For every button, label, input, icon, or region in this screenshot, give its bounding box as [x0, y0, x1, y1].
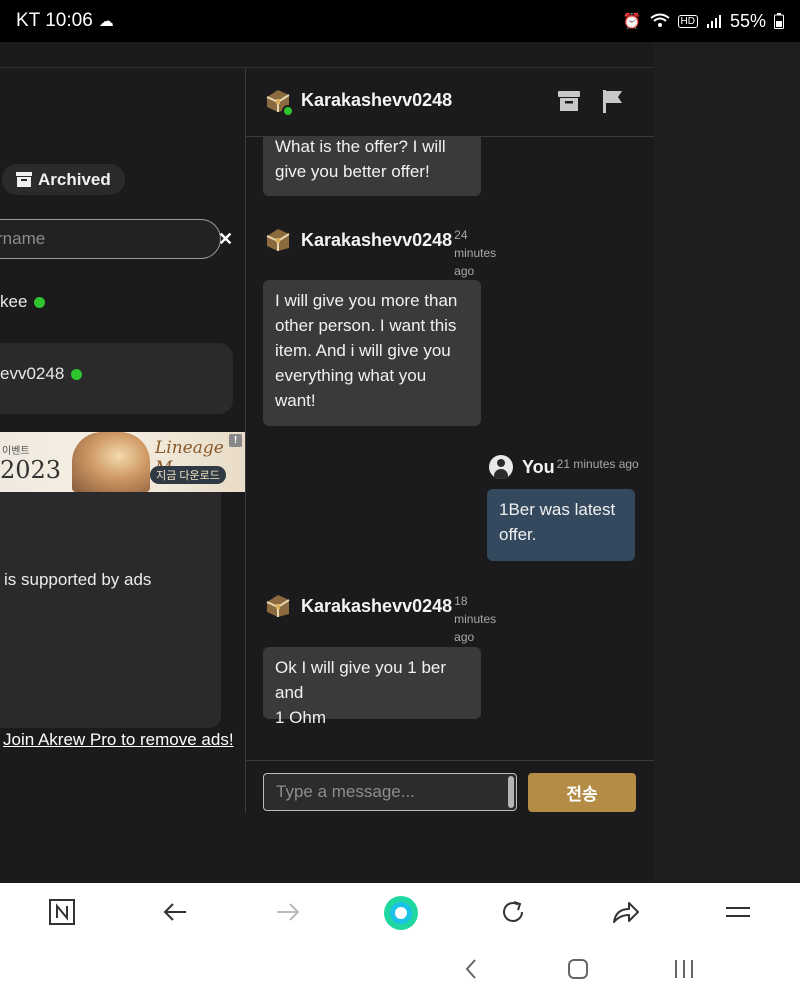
online-indicator [282, 105, 294, 117]
clear-search-icon[interactable]: ✕ [218, 229, 233, 250]
nav-home-icon[interactable] [567, 957, 589, 988]
message-line: item. And i will give you [275, 341, 451, 360]
message-line: What is the offer? I will [275, 137, 446, 156]
message-time: 18 minutes ago [454, 592, 496, 646]
message-line: 1Ber was latest [499, 500, 616, 519]
ad-notice: is supported by ads [4, 570, 152, 589]
wifi-icon [649, 13, 670, 27]
message-line: I will give you more than [275, 291, 458, 310]
chat-partner-name: Karakashevv0248 [301, 90, 453, 110]
message-header: Karakashevv0248 18 minutes ago [264, 592, 496, 646]
message-bubble: What is the offer? I will give you bette… [263, 137, 481, 196]
n-app-icon[interactable] [47, 897, 77, 927]
status-bar: KT 10:06 ☁ ⏰ HD 55% [0, 0, 800, 42]
ad-banner[interactable]: 이벤트 2023 Lineage M 지금 다운로드 ! [0, 432, 245, 492]
alarm-icon: ⏰ [622, 13, 642, 30]
chest-avatar-icon [266, 229, 290, 251]
archive-icon[interactable] [558, 90, 580, 112]
contact-name: evv0248 [0, 364, 65, 383]
send-button[interactable]: 전송 [528, 773, 636, 812]
message-time: 21 minutes ago [556, 457, 639, 471]
contact-item[interactable]: kee [0, 292, 46, 312]
archived-button[interactable]: Archived [2, 164, 125, 195]
ad-card [0, 492, 221, 728]
cloud-icon: ☁ [98, 13, 114, 30]
right-gutter [654, 42, 800, 883]
message-header: You 21 minutes ago [489, 455, 639, 479]
sender-name: You [522, 457, 555, 477]
message-line: Ok I will give you 1 ber and [275, 658, 447, 702]
time-line: minutes [454, 612, 497, 626]
message-time: 24 minutes ago [454, 226, 496, 280]
ad-character-image [72, 432, 150, 492]
input-scrollbar[interactable] [508, 776, 514, 808]
online-indicator [71, 368, 83, 380]
system-navigation-bar [0, 943, 800, 999]
time-line: ago [454, 264, 475, 278]
online-indicator [34, 296, 46, 308]
app-window: Archived ✕ kee evv0248 이벤트 2023 Lineage … [0, 42, 800, 883]
message-line: other person. I want this [275, 316, 457, 335]
flag-icon[interactable] [602, 89, 624, 113]
contact-item-label: evv0248 [0, 364, 83, 384]
signal-icon [706, 15, 721, 28]
user-avatar-icon [489, 455, 513, 479]
search-box: ✕ [0, 219, 233, 259]
join-pro-link[interactable]: Join Akrew Pro to remove ads! [3, 730, 234, 750]
message-line: 1 Ohm [275, 708, 327, 727]
browser-toolbar [0, 883, 800, 943]
sender-name: Karakashevv0248 [301, 230, 453, 250]
message-line: offer. [499, 525, 537, 544]
ad-info-icon[interactable]: ! [229, 434, 242, 447]
contact-name: kee [0, 292, 28, 311]
message-header: Karakashevv0248 24 minutes ago [264, 226, 496, 280]
chest-avatar-icon [266, 595, 290, 617]
hd-icon: HD [677, 14, 698, 28]
time-line: 24 [454, 228, 468, 242]
time-line: ago [454, 630, 475, 644]
home-ring-icon[interactable] [383, 895, 419, 931]
message-line: everything what you [275, 366, 427, 385]
archived-label: Archived [38, 169, 111, 189]
carrier-time: KT 10:06 [16, 10, 93, 31]
archive-icon [16, 172, 32, 187]
message-bubble: I will give you more than other person. … [263, 280, 481, 426]
message-bubble: Ok I will give you 1 ber and 1 Ohm [263, 647, 481, 727]
search-input[interactable] [0, 229, 218, 249]
sender-name: Karakashevv0248 [301, 596, 453, 616]
message-line: give you better offer! [275, 162, 430, 181]
reload-icon[interactable] [498, 897, 528, 927]
battery-level: 55% [729, 10, 766, 31]
message-composer: 전송 [246, 760, 654, 813]
forward-arrow-icon[interactable] [273, 897, 303, 927]
chat-header: Karakashevv0248 [246, 68, 654, 137]
time-line: minutes [454, 246, 497, 260]
message-input[interactable] [263, 773, 517, 811]
nav-back-icon[interactable] [463, 957, 479, 988]
battery-icon [774, 13, 784, 29]
ad-download-button[interactable]: 지금 다운로드 [150, 466, 226, 484]
conversation-list-panel: Archived ✕ kee evv0248 이벤트 2023 Lineage … [0, 68, 245, 883]
back-arrow-icon[interactable] [160, 897, 190, 927]
ad-year: 2023 [0, 456, 62, 484]
menu-icon[interactable] [723, 897, 753, 927]
my-message-bubble: 1Ber was latest offer. [487, 489, 635, 561]
ad-small-text: 이벤트 [2, 446, 30, 457]
message-list: What is the offer? I will give you bette… [246, 137, 654, 761]
chat-panel: Karakashevv0248 What is the offer? I wil… [246, 68, 654, 813]
time-line: 18 [454, 594, 468, 608]
message-line: want! [275, 391, 316, 410]
nav-recents-icon[interactable] [673, 957, 695, 988]
share-icon[interactable] [611, 897, 641, 927]
